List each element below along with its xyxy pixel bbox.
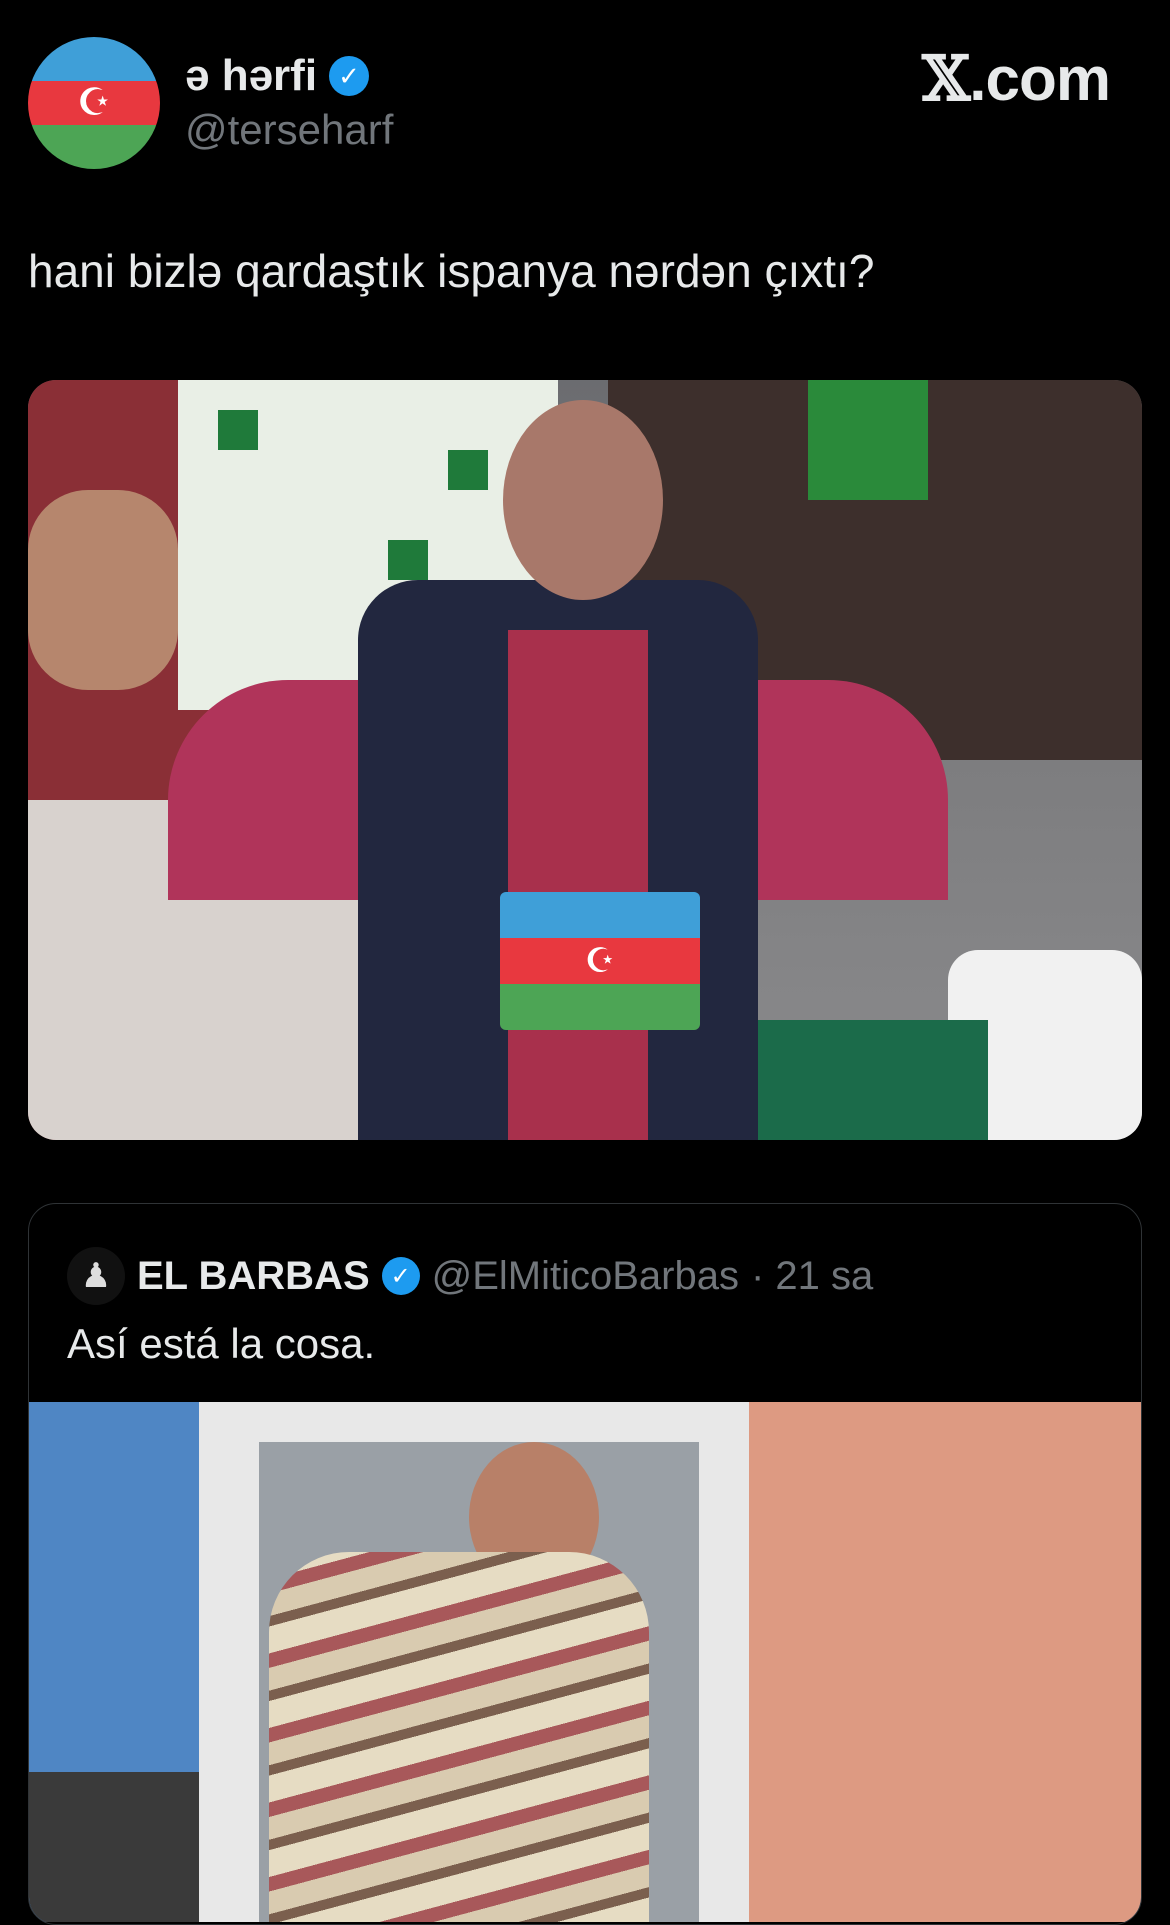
- author-avatar[interactable]: ☪: [28, 37, 160, 169]
- quoted-handle[interactable]: @ElMiticoBarbas: [432, 1254, 739, 1299]
- author-name-row: ə hərfi ✓: [185, 48, 370, 104]
- photo-region-plaid-shirt: [508, 630, 648, 1140]
- emoji-flag-blue-band: [500, 892, 700, 938]
- x-logo-icon: 𝕏: [922, 42, 970, 115]
- quoted-tweet-card[interactable]: ♟ EL BARBAS ✓ @ElMiticoBarbas · 21 sa As…: [28, 1203, 1142, 1925]
- tweet-photo[interactable]: ☪: [28, 380, 1142, 1140]
- flag-blue-band: [28, 37, 160, 81]
- crescent-star-icon: ☪: [500, 938, 700, 984]
- author-display-name[interactable]: ə hərfi: [185, 51, 317, 101]
- tweet-header: ☪ ə hərfi ✓ @terseharf 𝕏.com: [0, 0, 1170, 200]
- quoted-tweet-photo[interactable]: [29, 1402, 1141, 1922]
- crescent-star-icon: ☪: [76, 82, 112, 124]
- photo-region-bald-head: [503, 400, 663, 600]
- emoji-flag-green-band: [500, 984, 700, 1030]
- quoted-tweet-header: ♟ EL BARBAS ✓ @ElMiticoBarbas · 21 sa: [67, 1244, 873, 1308]
- flag-green-band: [28, 125, 160, 169]
- verified-badge-icon: ✓: [329, 56, 370, 96]
- author-handle[interactable]: @terseharf: [185, 106, 393, 154]
- verified-badge-icon: ✓: [381, 1257, 420, 1295]
- photo-region-dark-floor: [29, 1772, 199, 1922]
- quoted-tweet-text: Así está la cosa.: [67, 1320, 376, 1367]
- photo-region-flag-pattern-3: [388, 540, 428, 580]
- azerbaijan-flag-emoji: ☪: [500, 892, 700, 1030]
- photo-region-peach-wall: [749, 1402, 1141, 1922]
- tweet-text: hani bizlə qardaştık ispanya nərdən çıxt…: [28, 245, 875, 297]
- quoted-display-name[interactable]: EL BARBAS: [137, 1254, 370, 1299]
- photo-region-striped-shirt: [269, 1552, 649, 1922]
- quoted-timestamp[interactable]: · 21 sa: [751, 1254, 873, 1299]
- brand-suffix: .com: [969, 45, 1111, 114]
- photo-region-bearded-face: [28, 490, 178, 690]
- photo-region-green-shirt: [808, 380, 928, 500]
- photo-region-flag-pattern-2: [448, 450, 488, 490]
- quoted-author-avatar[interactable]: ♟: [67, 1247, 125, 1305]
- photo-region-green-jacket: [758, 1020, 988, 1140]
- photo-region-flag-pattern-1: [218, 410, 258, 450]
- x-com-logo: 𝕏.com: [922, 42, 1111, 115]
